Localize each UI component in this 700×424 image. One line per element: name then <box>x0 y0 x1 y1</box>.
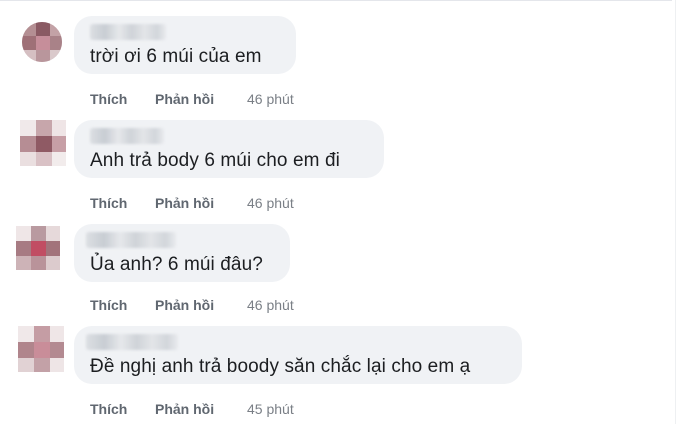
blurred-author-name[interactable] <box>86 334 178 350</box>
reply-button[interactable]: Phản hồi <box>155 401 214 417</box>
avatar-pixel <box>18 342 34 358</box>
avatar-pixel <box>50 358 64 372</box>
avatar[interactable] <box>18 326 64 372</box>
right-edge-divider <box>675 0 676 424</box>
like-button[interactable]: Thích <box>90 401 127 417</box>
comment-item: Đề nghị anh trả boody săn chắc lại cho e… <box>0 0 640 424</box>
avatar-pixel <box>34 342 50 358</box>
avatar-pixel <box>50 326 64 342</box>
avatar-pixel <box>34 358 50 372</box>
comment-bubble: Đề nghị anh trả boody săn chắc lại cho e… <box>74 326 522 384</box>
avatar-pixel <box>50 342 64 358</box>
avatar-pixel <box>34 326 50 342</box>
comment-timestamp[interactable]: 45 phút <box>247 401 294 417</box>
avatar-pixel <box>18 326 34 342</box>
avatar-pixel <box>18 358 34 372</box>
comment-text: Đề nghị anh trả boody săn chắc lại cho e… <box>90 356 471 377</box>
